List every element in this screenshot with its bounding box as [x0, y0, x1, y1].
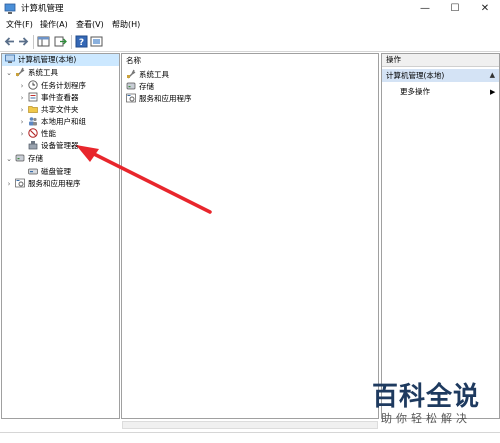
watermark-logo-text: 百科全说 — [372, 382, 481, 412]
annotation-arrow — [76, 145, 212, 214]
watermark-slogan: 助你轻松解决 — [381, 412, 471, 425]
